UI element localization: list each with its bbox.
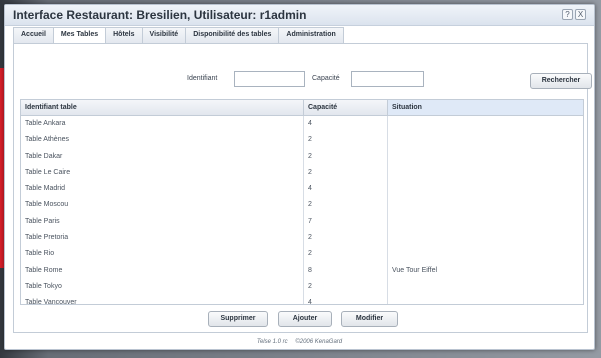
cell-capacite: 2 (304, 164, 388, 182)
capacite-label: Capacité (312, 75, 340, 82)
cell-capacite: 2 (304, 132, 388, 149)
table-row[interactable]: Table Paris 7 (21, 213, 583, 231)
title-bar: Interface Restaurant: Bresilien, Utilisa… (5, 5, 594, 26)
table-row[interactable]: Table Le Caire 2 (21, 164, 583, 182)
column-identifiant[interactable]: Identifiant table (21, 100, 304, 115)
cell-capacite: 8 (304, 262, 388, 279)
window-controls: ? X (562, 9, 586, 20)
identifiant-input[interactable] (234, 71, 305, 87)
column-capacite[interactable]: Capacité (304, 100, 388, 115)
tab-hotels[interactable]: Hôtels (105, 27, 142, 43)
tab-mes-tables[interactable]: Mes Tables (52, 27, 106, 43)
add-button[interactable]: Ajouter (278, 311, 332, 327)
cell-identifiant: Table Dakar (21, 148, 304, 165)
tab-content: Identifiant Capacité Rechercher Identifi… (13, 43, 592, 333)
column-situation[interactable]: Situation (388, 100, 583, 115)
cell-situation (388, 295, 583, 304)
cell-capacite: 2 (304, 278, 388, 296)
edit-button[interactable]: Modifier (341, 311, 398, 327)
delete-button[interactable]: Supprimer (208, 311, 268, 327)
table-row[interactable]: Table Ankara 4 (21, 116, 583, 133)
search-button[interactable]: Rechercher (530, 73, 592, 89)
identifiant-label: Identifiant (187, 75, 218, 82)
footer-copyright: ©2006 KenaGard (295, 339, 343, 345)
cell-identifiant: Table Rome (21, 262, 304, 279)
cell-capacite: 2 (304, 230, 388, 247)
cell-situation (388, 214, 583, 230)
window-title: Interface Restaurant: Bresilien, Utilisa… (13, 8, 307, 22)
cell-identifiant: Table Ankara (21, 116, 304, 133)
cell-capacite: 4 (304, 181, 388, 198)
cell-identifiant: Table Le Caire (21, 164, 304, 182)
cell-identifiant: Table Vancouver (21, 295, 304, 304)
capacite-input[interactable] (351, 71, 424, 87)
cell-situation (388, 230, 583, 246)
cell-capacite: 4 (304, 295, 388, 304)
close-icon[interactable]: X (575, 9, 586, 20)
cell-situation (388, 197, 583, 213)
table-row[interactable]: Table Vancouver 4 (21, 295, 583, 304)
tab-disponibilite[interactable]: Disponibilité des tables (185, 27, 279, 43)
tab-bar: Accueil Mes Tables Hôtels Visibilité Dis… (13, 27, 344, 43)
table-row[interactable]: Table Moscou 2 (21, 197, 583, 214)
footer-version: Telse 1.0 rc (256, 339, 288, 345)
cell-situation (388, 181, 583, 197)
cell-situation: Vue Tour Eiffel (392, 266, 438, 274)
table-row[interactable]: Table Rio 2 (21, 246, 583, 263)
tab-accueil[interactable]: Accueil (13, 27, 53, 43)
tab-visibilite[interactable]: Visibilité (141, 27, 186, 43)
tab-administration[interactable]: Administration (278, 27, 344, 43)
table-row[interactable]: Table Rome 8 Vue Tour Eiffel (21, 262, 583, 279)
cell-capacite: 7 (304, 213, 388, 231)
cell-situation (388, 149, 583, 165)
cell-situation (388, 116, 583, 132)
grid-body: Table Ankara 4 Table Athènes 2 Table Dakar 2 T… (21, 116, 583, 304)
help-icon[interactable]: ? (562, 9, 573, 20)
cell-identifiant: Table Madrid (21, 181, 304, 198)
cell-identifiant: Table Moscou (21, 197, 304, 214)
cell-situation (388, 246, 583, 262)
cell-identifiant: Table Tokyo (21, 278, 304, 296)
cell-capacite: 2 (304, 148, 388, 165)
cell-situation (388, 132, 583, 148)
tables-grid: Identifiant table Capacité Situation Tab… (20, 99, 584, 305)
table-row[interactable]: Table Madrid 4 (21, 181, 583, 198)
footer: Telse 1.0 rc ©2006 KenaGard (5, 335, 594, 349)
table-row[interactable]: Table Athènes 2 (21, 132, 583, 149)
cell-identifiant: Table Rio (21, 246, 304, 263)
cell-capacite: 2 (304, 197, 388, 214)
table-row[interactable]: Table Pretoria 2 (21, 230, 583, 247)
table-row[interactable]: Table Tokyo 2 (21, 278, 583, 296)
restaurant-window: Interface Restaurant: Bresilien, Utilisa… (4, 4, 595, 350)
cell-situation (388, 279, 583, 295)
cell-identifiant: Table Athènes (21, 132, 304, 149)
cell-capacite: 4 (304, 116, 388, 133)
cell-situation (388, 165, 583, 181)
cell-identifiant: Table Pretoria (21, 230, 304, 247)
table-row[interactable]: Table Dakar 2 (21, 148, 583, 165)
cell-capacite: 2 (304, 246, 388, 263)
grid-header: Identifiant table Capacité Situation (21, 100, 583, 116)
cell-identifiant: Table Paris (21, 213, 304, 231)
